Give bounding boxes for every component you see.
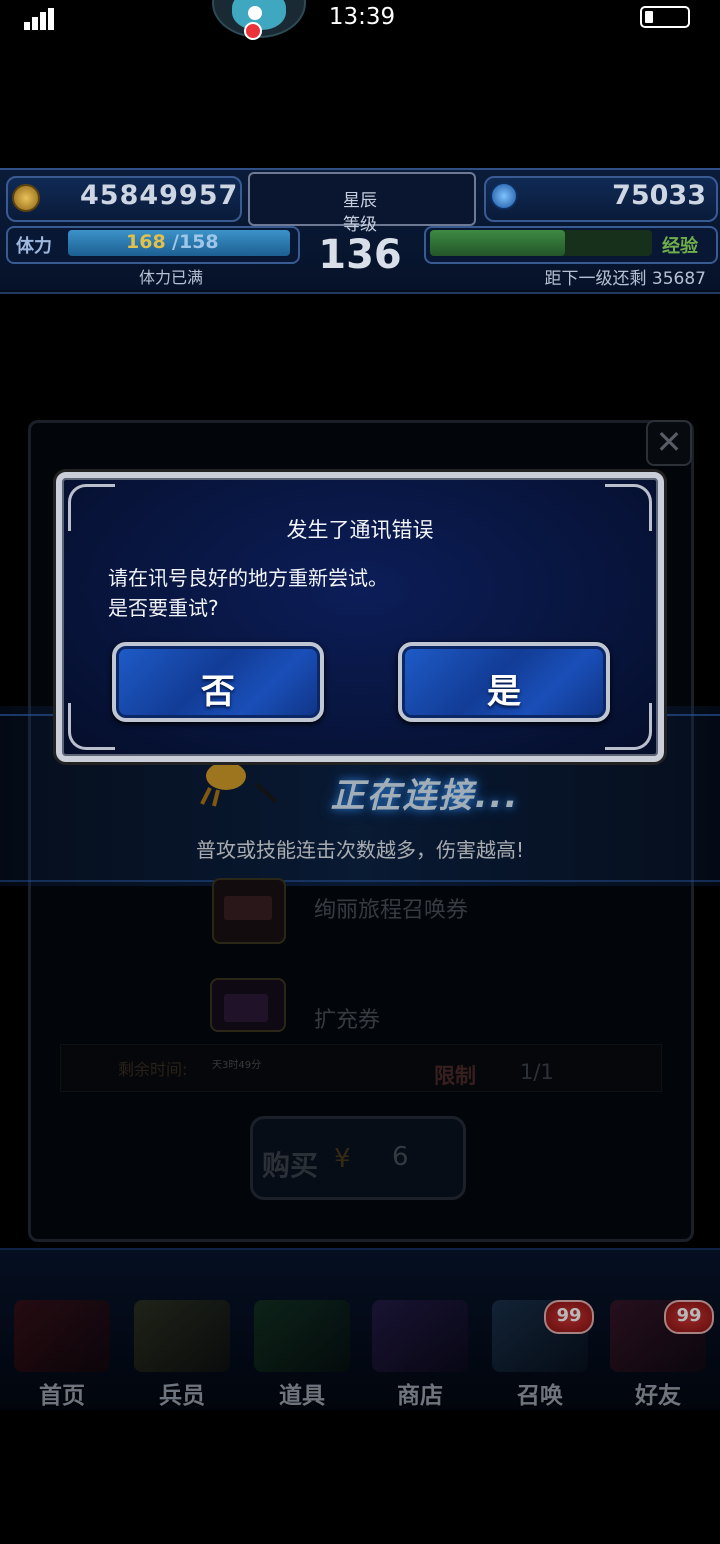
dialog-title: 发生了通讯错误	[286, 518, 434, 542]
status-time: 13:39	[328, 4, 396, 30]
dialog-message: 请在讯号良好的地方重新尝试。	[108, 566, 388, 590]
ornament-corner	[68, 703, 115, 750]
gil-value: 45849957	[80, 180, 239, 211]
exp-label: 经验	[662, 236, 698, 257]
recording-dot-icon	[244, 22, 262, 40]
gem-value: 75033	[612, 180, 706, 211]
ornament-corner	[68, 484, 115, 531]
battery-icon	[640, 6, 690, 28]
yes-button[interactable]: 是	[398, 642, 610, 722]
yes-button-label: 是	[487, 672, 521, 712]
gil-coin-icon	[12, 184, 40, 212]
ornament-corner	[605, 484, 652, 531]
stamina-status: 体力已满	[138, 268, 203, 287]
rank-label: 星辰	[343, 191, 377, 211]
signal-icon	[24, 8, 54, 30]
modal-dim-overlay	[0, 290, 720, 1410]
stamina-current: 168	[126, 231, 166, 253]
no-button[interactable]: 否	[112, 642, 324, 722]
stamina-max: /158	[172, 231, 219, 253]
rank-value: 136	[318, 232, 402, 278]
ornament-corner	[605, 703, 652, 750]
no-button-label: 否	[201, 672, 235, 712]
exp-bar-fill	[430, 230, 565, 256]
dialog-question: 是否要重试?	[108, 596, 219, 620]
gem-icon	[490, 182, 518, 210]
exp-next-level: 距下一级还剩 35687	[544, 269, 706, 289]
stamina-label: 体力	[16, 236, 52, 257]
